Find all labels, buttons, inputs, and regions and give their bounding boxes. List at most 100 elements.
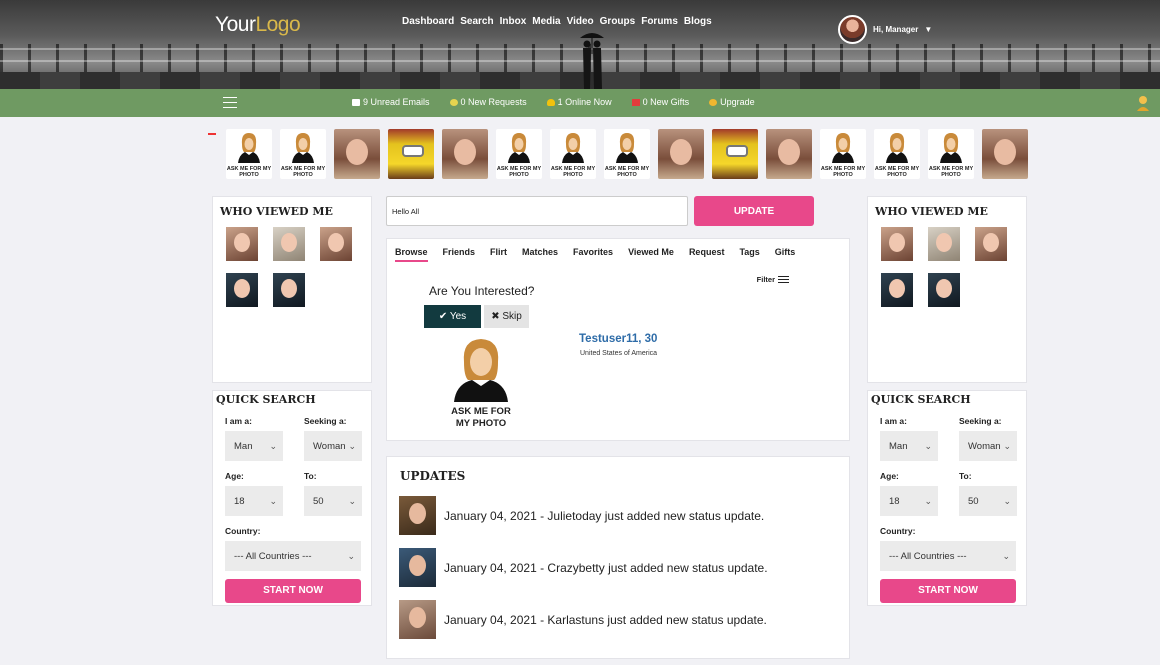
left-quick-search-panel: QUICK SEARCH I am a: Man ⌄ Seeking a: Wom…: [212, 390, 372, 606]
ask-for-photo-caption: ASK ME FOR MY PHOTO: [550, 166, 596, 178]
viewer-photo[interactable]: [273, 227, 305, 261]
ask-line-1: ASK ME FOR: [451, 406, 511, 417]
age-from-select[interactable]: 18 ⌄: [880, 486, 938, 516]
country-select[interactable]: --- All Countries --- ⌄: [880, 541, 1016, 571]
tab-gifts[interactable]: Gifts: [775, 247, 796, 262]
skip-label: Skip: [502, 311, 522, 322]
gift-icon: [631, 98, 640, 106]
status-update-input[interactable]: [386, 196, 688, 226]
upgrade-link[interactable]: Upgrade: [709, 97, 755, 107]
update-user-photo[interactable]: [399, 600, 436, 639]
member-thumbnail[interactable]: ASK ME FOR MY PHOTO: [280, 129, 326, 179]
member-thumbnail[interactable]: [982, 129, 1028, 179]
new-requests-link[interactable]: 0 New Requests: [449, 97, 527, 107]
member-thumbnail[interactable]: [658, 129, 704, 179]
tab-request[interactable]: Request: [689, 247, 725, 262]
member-thumbnail[interactable]: [442, 129, 488, 179]
support-user-icon[interactable]: [1136, 95, 1150, 111]
skip-button[interactable]: ✖ Skip: [484, 305, 529, 328]
viewer-photo[interactable]: [928, 227, 960, 261]
ask-for-photo-caption: ASK ME FOR MY PHOTO: [441, 406, 521, 430]
age-from-select[interactable]: 18 ⌄: [225, 486, 283, 516]
nav-forums[interactable]: Forums: [641, 16, 678, 27]
age-to-select[interactable]: 50 ⌄: [304, 486, 362, 516]
match-profile-link[interactable]: Testuser11, 30: [579, 333, 657, 345]
female-silhouette-icon: [940, 133, 962, 163]
nav-search[interactable]: Search: [460, 16, 493, 27]
yes-button[interactable]: ✔ Yes: [424, 305, 481, 328]
female-silhouette-icon[interactable]: [450, 336, 512, 402]
match-country: United States of America: [580, 350, 658, 357]
tab-favorites[interactable]: Favorites: [573, 247, 613, 262]
female-silhouette-icon: [832, 133, 854, 163]
country-select[interactable]: --- All Countries --- ⌄: [225, 541, 361, 571]
tab-matches[interactable]: Matches: [522, 247, 558, 262]
tab-browse[interactable]: Browse: [395, 247, 428, 262]
site-logo[interactable]: YourLogo: [215, 13, 301, 37]
tab-tags[interactable]: Tags: [739, 247, 759, 262]
viewer-photo[interactable]: [320, 227, 352, 261]
update-user-photo[interactable]: [399, 548, 436, 587]
filter-label: Filter: [756, 274, 775, 284]
viewer-photo[interactable]: [273, 273, 305, 307]
browse-panel: Browse Friends Flirt Matches Favorites V…: [386, 238, 850, 441]
member-thumbnail[interactable]: ASK ME FOR MY PHOTO: [874, 129, 920, 179]
update-button[interactable]: UPDATE: [694, 196, 814, 226]
i-am-select[interactable]: Man ⌄: [225, 431, 283, 461]
user-avatar[interactable]: [838, 15, 867, 44]
update-user-photo[interactable]: [399, 496, 436, 535]
viewer-photo[interactable]: [226, 227, 258, 261]
user-greeting: Hi, Manager: [873, 25, 919, 34]
member-thumbnail[interactable]: [766, 129, 812, 179]
start-now-button[interactable]: START NOW: [225, 579, 361, 603]
ask-for-photo-caption: ASK ME FOR MY PHOTO: [928, 166, 974, 178]
viewer-photo[interactable]: [226, 273, 258, 307]
tab-friends[interactable]: Friends: [443, 247, 476, 262]
new-gifts-link[interactable]: 0 New Gifts: [631, 97, 689, 107]
i-am-select[interactable]: Man ⌄: [880, 431, 938, 461]
age-to-select[interactable]: 50 ⌄: [959, 486, 1017, 516]
tab-flirt[interactable]: Flirt: [490, 247, 507, 262]
nav-dashboard[interactable]: Dashboard: [402, 16, 454, 27]
viewer-photo[interactable]: [881, 273, 913, 307]
member-thumbnail[interactable]: [334, 129, 380, 179]
ask-for-photo-caption: ASK ME FOR MY PHOTO: [280, 166, 326, 178]
filter-button[interactable]: Filter: [757, 274, 789, 285]
age-to-label: To:: [959, 471, 972, 481]
seeking-select[interactable]: Woman ⌄: [304, 431, 362, 461]
online-now-link[interactable]: 1 Online Now: [546, 97, 612, 107]
member-thumbnail[interactable]: [388, 129, 434, 179]
top-navigation: Dashboard Search Inbox Media Video Group…: [402, 16, 712, 27]
member-thumbnail[interactable]: ASK ME FOR MY PHOTO: [604, 129, 650, 179]
tab-viewed-me[interactable]: Viewed Me: [628, 247, 674, 262]
close-icon: ✖: [491, 311, 500, 322]
viewer-photo[interactable]: [881, 227, 913, 261]
member-thumbnail[interactable]: ASK ME FOR MY PHOTO: [226, 129, 272, 179]
member-thumbnail[interactable]: ASK ME FOR MY PHOTO: [820, 129, 866, 179]
user-menu[interactable]: Hi, Manager ▼: [838, 15, 932, 44]
seeking-select[interactable]: Woman ⌄: [959, 431, 1017, 461]
upgrade-label: Upgrade: [720, 97, 755, 107]
nav-inbox[interactable]: Inbox: [500, 16, 527, 27]
nav-groups[interactable]: Groups: [600, 16, 636, 27]
coins-icon: [709, 98, 718, 106]
start-now-button[interactable]: START NOW: [880, 579, 1016, 603]
member-thumbnail[interactable]: ASK ME FOR MY PHOTO: [496, 129, 542, 179]
nav-blogs[interactable]: Blogs: [684, 16, 712, 27]
nav-media[interactable]: Media: [532, 16, 560, 27]
unread-emails-link[interactable]: 9 Unread Emails: [352, 97, 430, 107]
member-thumbnail[interactable]: ASK ME FOR MY PHOTO: [928, 129, 974, 179]
nav-video[interactable]: Video: [567, 16, 594, 27]
member-thumbnail[interactable]: ASK ME FOR MY PHOTO: [550, 129, 596, 179]
right-who-viewed-me-panel: WHO VIEWED ME: [867, 196, 1027, 383]
hamburger-menu-icon[interactable]: [223, 97, 237, 109]
member-thumbnail[interactable]: [712, 129, 758, 179]
right-quick-search-panel: QUICK SEARCH I am a: Man ⌄ Seeking a: Wom…: [867, 390, 1027, 606]
i-am-value: Man: [234, 440, 253, 452]
viewer-photo[interactable]: [928, 273, 960, 307]
ask-for-photo-caption: ASK ME FOR MY PHOTO: [604, 166, 650, 178]
chevron-down-icon: ▼: [924, 25, 933, 34]
chevron-down-icon: ⌄: [347, 550, 355, 561]
age-from-value: 18: [889, 495, 900, 507]
viewer-photo[interactable]: [975, 227, 1007, 261]
